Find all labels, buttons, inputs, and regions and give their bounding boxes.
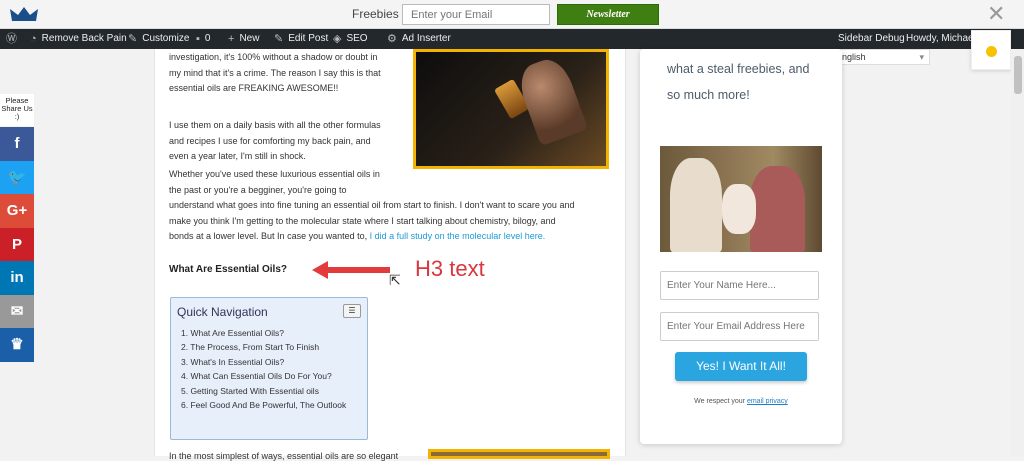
wordpress-menu[interactable]: Ⓦ	[6, 29, 17, 49]
quick-navigation-title: Quick Navigation	[177, 305, 268, 319]
paragraph-1: investigation, it's 100% without a shado…	[169, 50, 409, 97]
toc-item[interactable]: 1. What Are Essential Oils?	[181, 326, 346, 340]
pinterest-icon[interactable]: P	[0, 227, 34, 262]
molecular-study-link[interactable]: I did a full study on the molecular leve…	[370, 231, 546, 241]
name-input[interactable]	[660, 271, 819, 300]
dashboard-icon: ◔	[30, 33, 37, 45]
howdy-label: Howdy, Michael	[906, 33, 976, 44]
sidebar-text: what a steal freebies, and so much more!	[667, 56, 827, 108]
newsletter-button[interactable]: Newsletter	[557, 4, 659, 25]
ad-inserter-menu[interactable]: ⚙ Ad Inserter	[387, 29, 451, 49]
new-label: New	[239, 33, 260, 44]
pencil-icon: ✎	[274, 33, 284, 45]
email-input[interactable]	[660, 312, 819, 341]
toc-item[interactable]: 2. The Process, From Start To Finish	[181, 340, 346, 354]
text-span: bonds at a lower level. But In case you …	[169, 231, 370, 241]
toc-item[interactable]: 5. Getting Started With Essential oils	[181, 384, 346, 398]
text-line: and recipes I use for comforting my back…	[169, 135, 371, 146]
customize-menu[interactable]: ✎ Customize	[128, 29, 189, 49]
notification-bubble[interactable]	[971, 30, 1011, 70]
signup-button[interactable]: Yes! I Want It All!	[675, 352, 807, 381]
edit-post-label: Edit Post	[288, 33, 329, 44]
text-line: understand what goes into fine tuning an…	[169, 200, 575, 210]
family-photo	[660, 146, 822, 252]
scrollbar-thumb[interactable]	[1014, 56, 1022, 94]
paragraph-4: In the most simplest of ways, essential …	[169, 451, 399, 461]
list-toggle-icon[interactable]: ☰	[343, 304, 361, 318]
notification-dot-icon	[986, 46, 997, 57]
annotation-arrow-icon	[312, 261, 390, 279]
comments-count: 0	[204, 33, 211, 44]
wordpress-icon: Ⓦ	[6, 33, 17, 45]
seo-icon: ◈	[333, 33, 342, 45]
privacy-link[interactable]: email privacy	[747, 398, 788, 405]
new-menu[interactable]: + New	[228, 29, 259, 49]
email-icon[interactable]: ✉	[0, 294, 34, 329]
scrollbar-track[interactable]	[1011, 49, 1024, 456]
toc-item[interactable]: 4. What Can Essential Oils Do For You?	[181, 369, 346, 383]
quick-navigation-list: 1. What Are Essential Oils? 2. The Proce…	[181, 326, 346, 412]
text-line: what a steal freebies, and	[667, 62, 810, 76]
ad-inserter-label: Ad Inserter	[401, 33, 451, 44]
hand-shape	[513, 53, 589, 147]
google-plus-icon[interactable]: G+	[0, 194, 34, 228]
seo-label: SEO	[346, 33, 368, 44]
text-line: the past or you're a begginer, you're go…	[169, 184, 347, 195]
edit-post-menu[interactable]: ✎ Edit Post	[274, 29, 328, 49]
h3-annotation: H3 text	[415, 256, 485, 281]
brush-icon: ✎	[128, 33, 138, 45]
share-title: Please Share Us :)	[0, 94, 34, 126]
text-line: bonds at a lower level. But In case you …	[169, 229, 609, 245]
man-shape	[750, 166, 805, 252]
paragraph-2: I use them on a daily basis with all the…	[169, 118, 409, 165]
text-line: my mind that it's a crime. The reason I …	[169, 67, 381, 78]
freebies-bar: Freebies Newsletter ✕	[0, 0, 1024, 29]
comment-icon: ▪	[196, 33, 200, 45]
account-menu[interactable]: Howdy, Michael	[906, 29, 976, 49]
section-heading: What Are Essential Oils?	[169, 264, 287, 275]
text-line: investigation, it's 100% without a shado…	[169, 52, 378, 62]
site-name-label: Remove Back Pain	[41, 33, 127, 44]
text-line: essential oils are FREAKING AWESOME!!	[169, 83, 339, 93]
newsletter-email-input[interactable]	[402, 4, 550, 25]
text-line: Whether you've used these luxurious esse…	[169, 169, 380, 179]
paragraph-3: Whether you've used these luxurious esse…	[169, 167, 609, 245]
privacy-note: We respect your email privacy	[660, 398, 822, 405]
crown-logo-icon	[10, 7, 38, 21]
essential-oil-image	[413, 49, 609, 169]
gear-icon: ⚙	[387, 33, 397, 45]
quick-navigation-box: Quick Navigation ☰ 1. What Are Essential…	[170, 297, 368, 440]
comments-menu[interactable]: ▪ 0	[196, 29, 210, 49]
text-line: so much more!	[667, 88, 750, 102]
woman-shape	[670, 158, 722, 252]
facebook-icon[interactable]: f	[0, 127, 34, 161]
sidebar-debug-menu[interactable]: Sidebar Debug	[838, 29, 905, 49]
linkedin-icon[interactable]: in	[0, 261, 34, 295]
text-line: I use them on a daily basis with all the…	[169, 120, 381, 130]
mouse-cursor-icon: ⇱	[389, 272, 401, 288]
toc-item[interactable]: 6. Feel Good And Be Powerful, The Outloo…	[181, 398, 346, 412]
site-name-menu[interactable]: ◔ Remove Back Pain	[30, 29, 127, 49]
chevron-down-icon: ▾	[919, 52, 924, 62]
text-line: even a year later, I'm still in shock.	[169, 151, 306, 161]
seo-menu[interactable]: ◈ SEO	[333, 29, 368, 49]
privacy-text: We respect your	[694, 398, 747, 405]
toc-item[interactable]: 3. What's In Essential Oils?	[181, 355, 346, 369]
customize-label: Customize	[142, 33, 190, 44]
plus-icon: +	[228, 33, 235, 45]
twitter-icon[interactable]: 🐦	[0, 160, 34, 195]
baby-shape	[722, 184, 756, 234]
sidebar-debug-label: Sidebar Debug	[838, 33, 905, 44]
bottom-image	[428, 449, 610, 459]
wp-admin-bar: Ⓦ ◔ Remove Back Pain ✎ Customize ▪ 0 + N…	[0, 29, 1024, 49]
close-icon[interactable]: ✕	[987, 2, 1005, 26]
freebies-label: Freebies	[352, 7, 399, 21]
crown-icon[interactable]: ♛	[0, 328, 34, 362]
text-line: make you think I'm getting to the molecu…	[169, 215, 556, 226]
